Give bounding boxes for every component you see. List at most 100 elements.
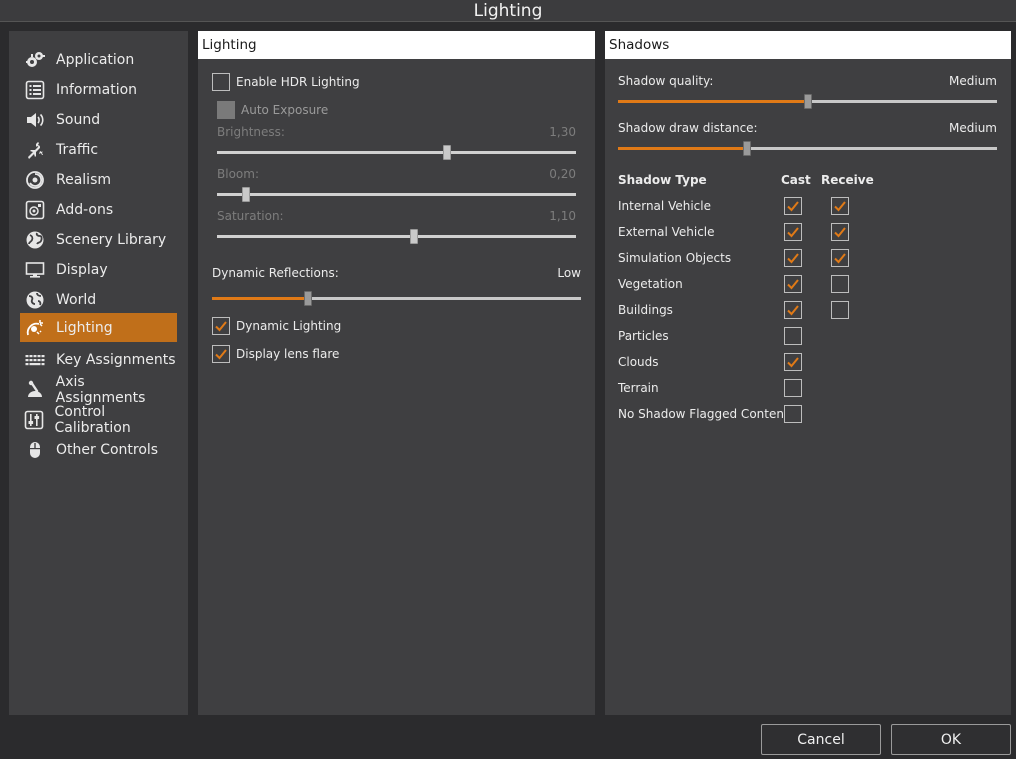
enable-hdr-checkbox[interactable]: [212, 73, 230, 91]
sidebar-item-label: Other Controls: [56, 441, 159, 458]
sidebar-item-axis-assignments[interactable]: Axis Assignments: [20, 374, 177, 406]
dynamic-reflections-thumb[interactable]: [303, 291, 312, 306]
auto-exposure-label: Auto Exposure: [241, 103, 329, 117]
sidebar-item-label: Realism: [56, 171, 112, 188]
ok-button[interactable]: OK: [891, 724, 1011, 755]
sidebar-item-label: Lighting: [56, 319, 113, 336]
sidebar-item-label: Add-ons: [56, 201, 114, 218]
checkmark-icon: [215, 321, 227, 332]
mouse-icon: [24, 439, 46, 461]
shadow-quality-thumb[interactable]: [803, 94, 812, 109]
shadow-quality-value: Medium: [949, 74, 997, 88]
sidebar-item-label: Scenery Library: [56, 231, 167, 248]
lighting-panel-header: Lighting: [198, 31, 595, 59]
shadow-distance-thumb[interactable]: [742, 141, 751, 156]
shadow-distance-slider[interactable]: [618, 141, 997, 156]
lens-flare-label: Display lens flare: [236, 347, 340, 361]
receive-checkbox[interactable]: [831, 301, 849, 319]
sidebar-item-sound[interactable]: Sound: [20, 105, 177, 134]
sidebar-item-traffic[interactable]: Traffic: [20, 135, 177, 164]
shadow-type-label: Internal Vehicle: [618, 199, 711, 213]
dynamic-reflections-slider[interactable]: [212, 291, 581, 306]
cancel-button[interactable]: Cancel: [761, 724, 881, 755]
enable-hdr-label: Enable HDR Lighting: [236, 75, 360, 89]
receive-checkbox[interactable]: [831, 275, 849, 293]
cast-checkbox[interactable]: [784, 405, 802, 423]
receive-checkbox[interactable]: [831, 197, 849, 215]
checkmark-icon: [787, 227, 799, 238]
dynamic-lighting-label: Dynamic Lighting: [236, 319, 342, 333]
receive-checkbox[interactable]: [831, 223, 849, 241]
sidebar-item-lighting[interactable]: Lighting: [20, 313, 177, 342]
lens-flare-checkbox[interactable]: [212, 345, 230, 363]
cast-checkbox[interactable]: [784, 353, 802, 371]
shadow-type-label: Terrain: [618, 381, 659, 395]
dynamic-reflections-value: Low: [557, 266, 581, 280]
cast-checkbox[interactable]: [784, 223, 802, 241]
sidebar-item-label: Application: [56, 51, 135, 68]
brightness-slider-thumb[interactable]: [442, 145, 451, 160]
checkmark-icon: [834, 227, 846, 238]
brightness-label: Brightness:: [217, 125, 285, 139]
checkmark-icon: [834, 201, 846, 212]
cast-checkbox[interactable]: [784, 275, 802, 293]
receive-checkbox[interactable]: [831, 249, 849, 267]
keyboard-icon: [24, 349, 46, 371]
brightness-value: 1,30: [549, 125, 576, 139]
saturation-label: Saturation:: [217, 209, 284, 223]
bloom-slider-thumb[interactable]: [241, 187, 250, 202]
brightness-slider[interactable]: [217, 145, 576, 160]
bloom-value: 0,20: [549, 167, 576, 181]
sidebar-item-scenery-library[interactable]: Scenery Library: [20, 225, 177, 254]
checkmark-icon: [215, 349, 227, 360]
sidebar-item-information[interactable]: Information: [20, 75, 177, 104]
sidebar-item-display[interactable]: Display: [20, 255, 177, 284]
speaker-icon: [24, 109, 46, 131]
sidebar-item-label: World: [56, 291, 97, 308]
sidebar-item-label: Control Calibration: [54, 403, 131, 436]
bloom-slider[interactable]: [217, 187, 576, 202]
swirl-icon: [24, 169, 46, 191]
list-icon: [24, 79, 46, 101]
auto-exposure-checkbox[interactable]: [217, 101, 235, 119]
airplanes-icon: [24, 139, 46, 161]
sidebar-item-application[interactable]: Application: [20, 45, 177, 74]
checkmark-icon: [787, 357, 799, 368]
sidebar-item-world[interactable]: World: [20, 285, 177, 314]
shadow-type-label: Clouds: [618, 355, 659, 369]
shadow-type-label: External Vehicle: [618, 225, 715, 239]
window-title: Lighting: [0, 0, 1016, 22]
cast-header: Cast: [781, 173, 811, 187]
shadow-quality-slider[interactable]: [618, 94, 997, 109]
lighting-panel: Lighting Enable HDR Lighting Auto Exposu…: [198, 31, 595, 715]
sidebar-item-add-ons[interactable]: Add-ons: [20, 195, 177, 224]
sidebar-item-label: Information: [56, 81, 138, 98]
addons-icon: [24, 199, 46, 221]
cast-checkbox[interactable]: [784, 327, 802, 345]
shadows-panel-header: Shadows: [605, 31, 1011, 59]
cast-checkbox[interactable]: [784, 197, 802, 215]
dynamic-lighting-checkbox[interactable]: [212, 317, 230, 335]
checkmark-icon: [787, 305, 799, 316]
dynamic-reflections-fill: [212, 297, 308, 300]
sidebar-item-control-calibration[interactable]: Control Calibration: [20, 403, 177, 436]
sidebar-item-other-controls[interactable]: Other Controls: [20, 435, 177, 464]
saturation-slider[interactable]: [217, 229, 576, 244]
cast-checkbox[interactable]: [784, 379, 802, 397]
shadow-quality-fill: [618, 100, 808, 103]
shadow-type-label: No Shadow Flagged Content: [618, 407, 789, 421]
shadow-distance-value: Medium: [949, 121, 997, 135]
shadow-type-label: Buildings: [618, 303, 673, 317]
saturation-slider-thumb[interactable]: [410, 229, 419, 244]
sidebar-item-key-assignments[interactable]: Key Assignments: [20, 345, 177, 374]
saturation-value: 1,10: [549, 209, 576, 223]
shadow-distance-fill: [618, 147, 747, 150]
shadow-quality-label: Shadow quality:: [618, 74, 714, 88]
cast-checkbox[interactable]: [784, 301, 802, 319]
bloom-label: Bloom:: [217, 167, 259, 181]
receive-header: Receive: [821, 173, 874, 187]
cast-checkbox[interactable]: [784, 249, 802, 267]
gears-icon: [24, 49, 46, 71]
shadow-distance-label: Shadow draw distance:: [618, 121, 758, 135]
sidebar-item-realism[interactable]: Realism: [20, 165, 177, 194]
